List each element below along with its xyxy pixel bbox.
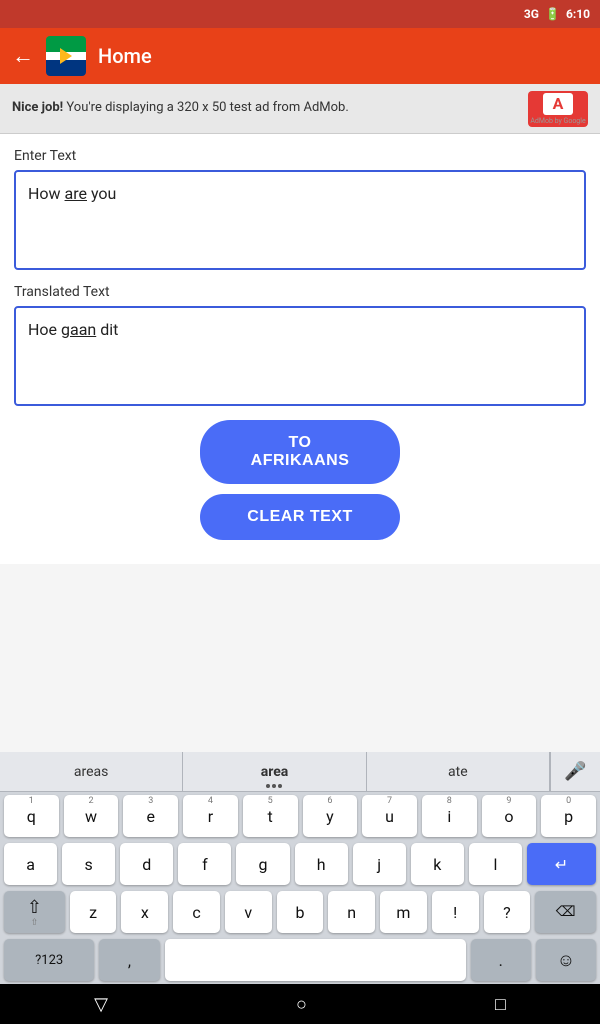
keyboard-row-2: a s d f g h j k l ↵ — [0, 840, 600, 888]
ad-text: Nice job! You're displaying a 320 x 50 t… — [12, 99, 349, 117]
keyboard-row-1: 1q 2w 3e 4r 5t 6y 7u 8i 9o 0p — [0, 792, 600, 840]
key-y[interactable]: 6y — [303, 795, 358, 837]
ad-banner[interactable]: Nice job! You're displaying a 320 x 50 t… — [0, 84, 600, 134]
keyboard-row-3: ⇧⇧ z x c v b n m ! ? ⌫ — [0, 888, 600, 936]
time-display: 6:10 — [566, 7, 590, 21]
app-bar: ← Home — [0, 28, 600, 84]
key-t[interactable]: 5t — [243, 795, 298, 837]
input-text-box[interactable]: How are you — [14, 170, 586, 270]
clear-text-button[interactable]: CLEAR TEXT — [200, 494, 400, 540]
key-x[interactable]: x — [121, 891, 168, 933]
key-g[interactable]: g — [236, 843, 289, 885]
back-button[interactable]: ← — [12, 43, 34, 69]
suggestion-areas[interactable]: areas — [0, 752, 183, 791]
key-d[interactable]: d — [120, 843, 173, 885]
translated-text: Hoe gaan dit — [28, 320, 118, 339]
space-bar[interactable] — [165, 939, 466, 981]
key-l[interactable]: l — [469, 843, 522, 885]
keyboard: areas area ate 🎤 1q 2w 3e 4r 5t 6y 7u 8i… — [0, 752, 600, 984]
enter-key[interactable]: ↵ — [527, 843, 596, 885]
key-c[interactable]: c — [173, 891, 220, 933]
key-f[interactable]: f — [178, 843, 231, 885]
emoji-key[interactable]: ☺ — [536, 939, 596, 981]
flag-icon — [46, 36, 86, 76]
key-r[interactable]: 4r — [183, 795, 238, 837]
key-question[interactable]: ? — [484, 891, 531, 933]
nav-recents[interactable]: □ — [495, 994, 506, 1015]
key-k[interactable]: k — [411, 843, 464, 885]
key-z[interactable]: z — [70, 891, 117, 933]
key-exclaim[interactable]: ! — [432, 891, 479, 933]
input-text: How are you — [28, 184, 116, 203]
shift-key[interactable]: ⇧⇧ — [4, 891, 65, 933]
comma-key[interactable]: , — [99, 939, 159, 981]
main-content: Enter Text How are you Translated Text H… — [0, 134, 600, 564]
nav-home[interactable]: ○ — [296, 994, 307, 1015]
backspace-key[interactable]: ⌫ — [535, 891, 596, 933]
suggestion-area[interactable]: area — [183, 752, 366, 791]
signal-indicator: 3G — [524, 7, 539, 21]
battery-icon: 🔋 — [545, 7, 560, 21]
key-w[interactable]: 2w — [64, 795, 119, 837]
key-n[interactable]: n — [328, 891, 375, 933]
num-sym-key[interactable]: ?123 — [4, 939, 94, 981]
ad-logo: A AdMob by Google — [528, 91, 588, 127]
suggestion-ate[interactable]: ate — [367, 752, 550, 791]
key-u[interactable]: 7u — [362, 795, 417, 837]
key-b[interactable]: b — [277, 891, 324, 933]
key-j[interactable]: j — [353, 843, 406, 885]
key-s[interactable]: s — [62, 843, 115, 885]
action-buttons: TO AFRIKAANS CLEAR TEXT — [14, 420, 586, 550]
mic-button[interactable]: 🎤 — [550, 752, 600, 791]
key-e[interactable]: 3e — [123, 795, 178, 837]
to-afrikaans-button[interactable]: TO AFRIKAANS — [200, 420, 400, 484]
key-q[interactable]: 1q — [4, 795, 59, 837]
app-title: Home — [98, 44, 152, 68]
key-o[interactable]: 9o — [482, 795, 537, 837]
key-i[interactable]: 8i — [422, 795, 477, 837]
period-key[interactable]: . — [471, 939, 531, 981]
key-v[interactable]: v — [225, 891, 272, 933]
nav-back[interactable]: ▽ — [94, 994, 108, 1015]
translated-text-box[interactable]: Hoe gaan dit — [14, 306, 586, 406]
translated-text-label: Translated Text — [14, 284, 586, 300]
status-bar-right: 3G 🔋 6:10 — [524, 7, 590, 21]
nav-bar: ▽ ○ □ — [0, 984, 600, 1024]
status-bar: 3G 🔋 6:10 — [0, 0, 600, 28]
keyboard-suggestions: areas area ate 🎤 — [0, 752, 600, 792]
key-p[interactable]: 0p — [541, 795, 596, 837]
key-a[interactable]: a — [4, 843, 57, 885]
key-m[interactable]: m — [380, 891, 427, 933]
enter-text-label: Enter Text — [14, 148, 586, 164]
key-h[interactable]: h — [295, 843, 348, 885]
keyboard-row-4: ?123 , . ☺ — [0, 936, 600, 984]
